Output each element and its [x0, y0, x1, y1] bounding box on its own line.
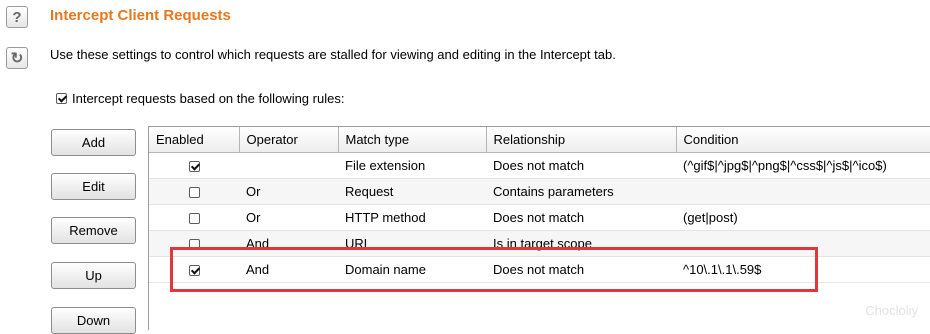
up-button[interactable]: Up — [51, 262, 136, 289]
match-type-cell: Request — [338, 178, 486, 205]
enabled-cell[interactable] — [149, 204, 239, 231]
down-button[interactable]: Down — [51, 307, 136, 334]
help-glyph: ? — [12, 8, 22, 26]
enabled-cell[interactable] — [149, 152, 239, 179]
relationship-cell: Does not match — [486, 152, 676, 179]
table-header-row: Enabled Operator Match type Relationship… — [149, 127, 930, 153]
enabled-cell[interactable] — [149, 178, 239, 205]
table-row[interactable]: File extension Does not match (^gif$|^jp… — [149, 152, 930, 179]
condition-cell: (get|post) — [676, 204, 930, 231]
watermark: Chocloliy — [865, 303, 918, 318]
table-row[interactable]: Or Request Contains parameters — [149, 178, 930, 205]
column-header-relationship[interactable]: Relationship — [486, 127, 677, 153]
add-button[interactable]: Add — [51, 129, 136, 156]
column-header-operator[interactable]: Operator — [239, 127, 339, 153]
column-header-enabled[interactable]: Enabled — [149, 127, 240, 153]
relationship-cell: Does not match — [486, 204, 676, 231]
column-header-condition[interactable]: Condition — [676, 127, 930, 153]
operator-cell: Or — [239, 178, 338, 205]
condition-cell — [676, 178, 930, 205]
remove-button[interactable]: Remove — [51, 217, 136, 244]
edit-button[interactable]: Edit — [51, 173, 136, 200]
refresh-icon[interactable]: ↻ — [6, 47, 28, 69]
refresh-glyph: ↻ — [10, 50, 24, 67]
page-title: Intercept Client Requests — [50, 7, 231, 24]
rules-table: Enabled Operator Match type Relationship… — [148, 126, 930, 330]
operator-cell — [239, 152, 338, 179]
highlight-box — [170, 247, 818, 292]
relationship-cell: Contains parameters — [486, 178, 676, 205]
intercept-rules-label: Intercept requests based on the followin… — [72, 91, 345, 106]
row-enabled-checkbox[interactable] — [188, 213, 200, 225]
match-type-cell: HTTP method — [338, 204, 486, 231]
row-enabled-checkbox[interactable] — [188, 187, 200, 199]
intercept-rules-toggle[interactable]: Intercept requests based on the followin… — [56, 91, 344, 106]
help-icon[interactable]: ? — [6, 6, 28, 28]
operator-cell: Or — [239, 204, 338, 231]
condition-cell: (^gif$|^jpg$|^png$|^css$|^js$|^ico$) — [676, 152, 930, 179]
intercept-rules-checkbox[interactable] — [56, 93, 67, 104]
description-text: Use these settings to control which requ… — [50, 47, 616, 62]
match-type-cell: File extension — [338, 152, 486, 179]
column-header-match-type[interactable]: Match type — [338, 127, 487, 153]
table-row[interactable]: Or HTTP method Does not match (get|post) — [149, 204, 930, 231]
row-enabled-checkbox[interactable] — [188, 161, 200, 173]
